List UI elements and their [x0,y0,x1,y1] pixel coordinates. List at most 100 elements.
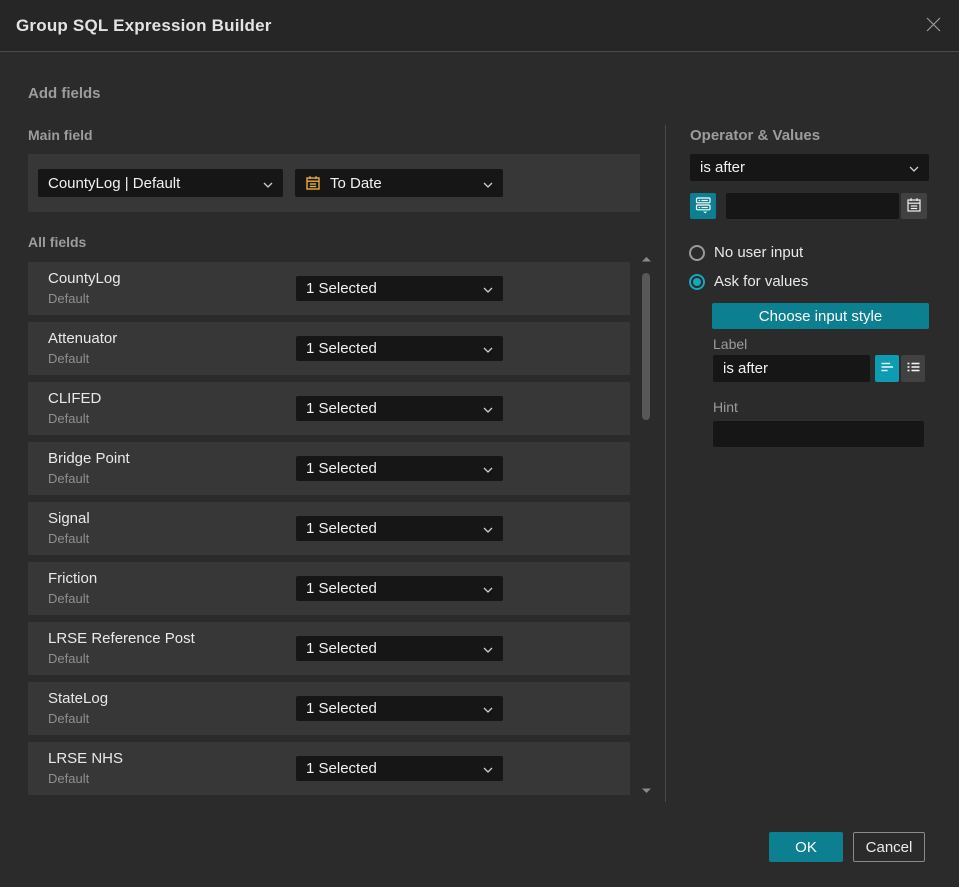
chevron-down-icon [483,700,493,717]
field-values-select-value: 1 Selected [306,580,377,597]
field-values-select[interactable]: 1 Selected [296,756,503,781]
field-row: LRSE Reference Post Default 1 Selected [28,622,630,675]
field-values-select-value: 1 Selected [306,520,377,537]
field-name: LRSE NHS [48,750,124,767]
main-date-select-value: To Date [330,174,382,192]
field-row: Signal Default 1 Selected [28,502,630,555]
group-sql-expression-builder-dialog: Group SQL Expression Builder Add fields … [0,0,959,887]
operator-select-value: is after [700,159,746,176]
chevron-down-icon [483,760,493,777]
field-values-select[interactable]: 1 Selected [296,396,503,421]
main-field-panel: CountyLog | Default To Date [28,154,640,212]
chevron-down-icon [483,400,493,417]
field-values-select-value: 1 Selected [306,460,377,477]
chevron-down-icon [483,280,493,297]
field-values-select[interactable]: 1 Selected [296,636,503,661]
field-values-select[interactable]: 1 Selected [296,456,503,481]
hint-field-label: Hint [713,399,738,415]
field-row: LRSE NHS Default 1 Selected [28,742,630,795]
date-picker-button[interactable] [901,193,927,219]
field-name: StateLog [48,690,109,707]
radio-label: No user input [714,244,804,261]
field-values-select-value: 1 Selected [306,700,377,717]
field-source-label: Default [48,771,90,786]
field-values-select-value: 1 Selected [306,340,377,357]
ok-button[interactable]: OK [769,832,843,862]
scrollbar-up-arrow[interactable] [640,255,652,263]
field-row: CLIFED Default 1 Selected [28,382,630,435]
field-values-select[interactable]: 1 Selected [296,276,503,301]
dialog-title: Group SQL Expression Builder [16,15,272,35]
field-row: Friction Default 1 Selected [28,562,630,615]
chevron-down-icon [263,175,273,192]
radio-circle-icon [689,244,705,261]
field-values-select-value: 1 Selected [306,400,377,417]
field-name: Friction [48,570,98,587]
chevron-down-icon [483,460,493,477]
field-source-label: Default [48,411,90,426]
scrollbar-thumb[interactable] [642,273,650,420]
field-source-label: Default [48,471,90,486]
main-field-label: Main field [28,127,93,143]
add-fields-title: Add fields [28,85,101,102]
choose-input-style-button[interactable]: Choose input style [712,303,929,329]
cancel-button[interactable]: Cancel [853,832,925,862]
chevron-down-icon [483,580,493,597]
scrollbar-down-arrow[interactable] [640,787,652,795]
operator-select[interactable]: is after [690,154,929,181]
value-input[interactable] [726,193,899,219]
field-name: CountyLog [48,270,121,287]
close-icon [925,16,942,36]
field-source-label: Default [48,591,90,606]
label-field-label: Label [713,336,748,352]
field-values-select[interactable]: 1 Selected [296,696,503,721]
field-row: Attenuator Default 1 Selected [28,322,630,375]
calendar-gold-icon [305,175,321,191]
radio-label: Ask for values [714,273,809,290]
field-name: CLIFED [48,390,102,407]
field-source-label: Default [48,291,90,306]
all-fields-label: All fields [28,234,87,250]
field-row: CountyLog Default 1 Selected [28,262,630,315]
main-date-select[interactable]: To Date [295,169,503,197]
field-source-label: Default [48,711,90,726]
field-row: StateLog Default 1 Selected [28,682,630,735]
hint-input[interactable] [713,421,924,447]
main-field-select[interactable]: CountyLog | Default [38,169,283,197]
radio-ask-for-values[interactable]: Ask for values [689,273,808,290]
label-input[interactable] [713,355,870,382]
dialog-header: Group SQL Expression Builder [0,0,959,52]
field-name: Bridge Point [48,450,130,467]
field-name: LRSE Reference Post [48,630,195,647]
list-input-style-button[interactable] [901,355,925,382]
all-fields-list: CountyLog Default 1 Selected Attenuator Defa… [28,262,630,802]
field-source-label: Default [48,351,90,366]
field-values-select[interactable]: 1 Selected [296,516,503,541]
unique-values-button[interactable] [690,193,716,219]
chevron-down-icon [909,159,919,176]
close-button[interactable] [921,14,945,38]
field-name: Attenuator [48,330,118,347]
unique-values-stack-icon [695,196,712,217]
field-values-select-value: 1 Selected [306,640,377,657]
chevron-down-icon [483,520,493,537]
operator-values-title: Operator & Values [690,127,821,144]
field-values-select-value: 1 Selected [306,760,377,777]
single-line-input-style-button[interactable] [875,355,899,382]
field-source-label: Default [48,531,90,546]
panel-divider [665,125,666,802]
field-values-select[interactable]: 1 Selected [296,336,503,361]
field-row: Bridge Point Default 1 Selected [28,442,630,495]
field-source-label: Default [48,651,90,666]
list-input-icon [906,360,921,377]
field-values-select-value: 1 Selected [306,280,377,297]
single-line-input-icon [880,360,895,377]
chevron-down-icon [483,640,493,657]
main-field-select-value: CountyLog | Default [48,174,181,192]
radio-no-user-input[interactable]: No user input [689,244,803,261]
chevron-down-icon [483,340,493,357]
chevron-down-icon [483,175,493,192]
radio-circle-icon [689,273,705,290]
calendar-icon [906,197,922,216]
field-values-select[interactable]: 1 Selected [296,576,503,601]
